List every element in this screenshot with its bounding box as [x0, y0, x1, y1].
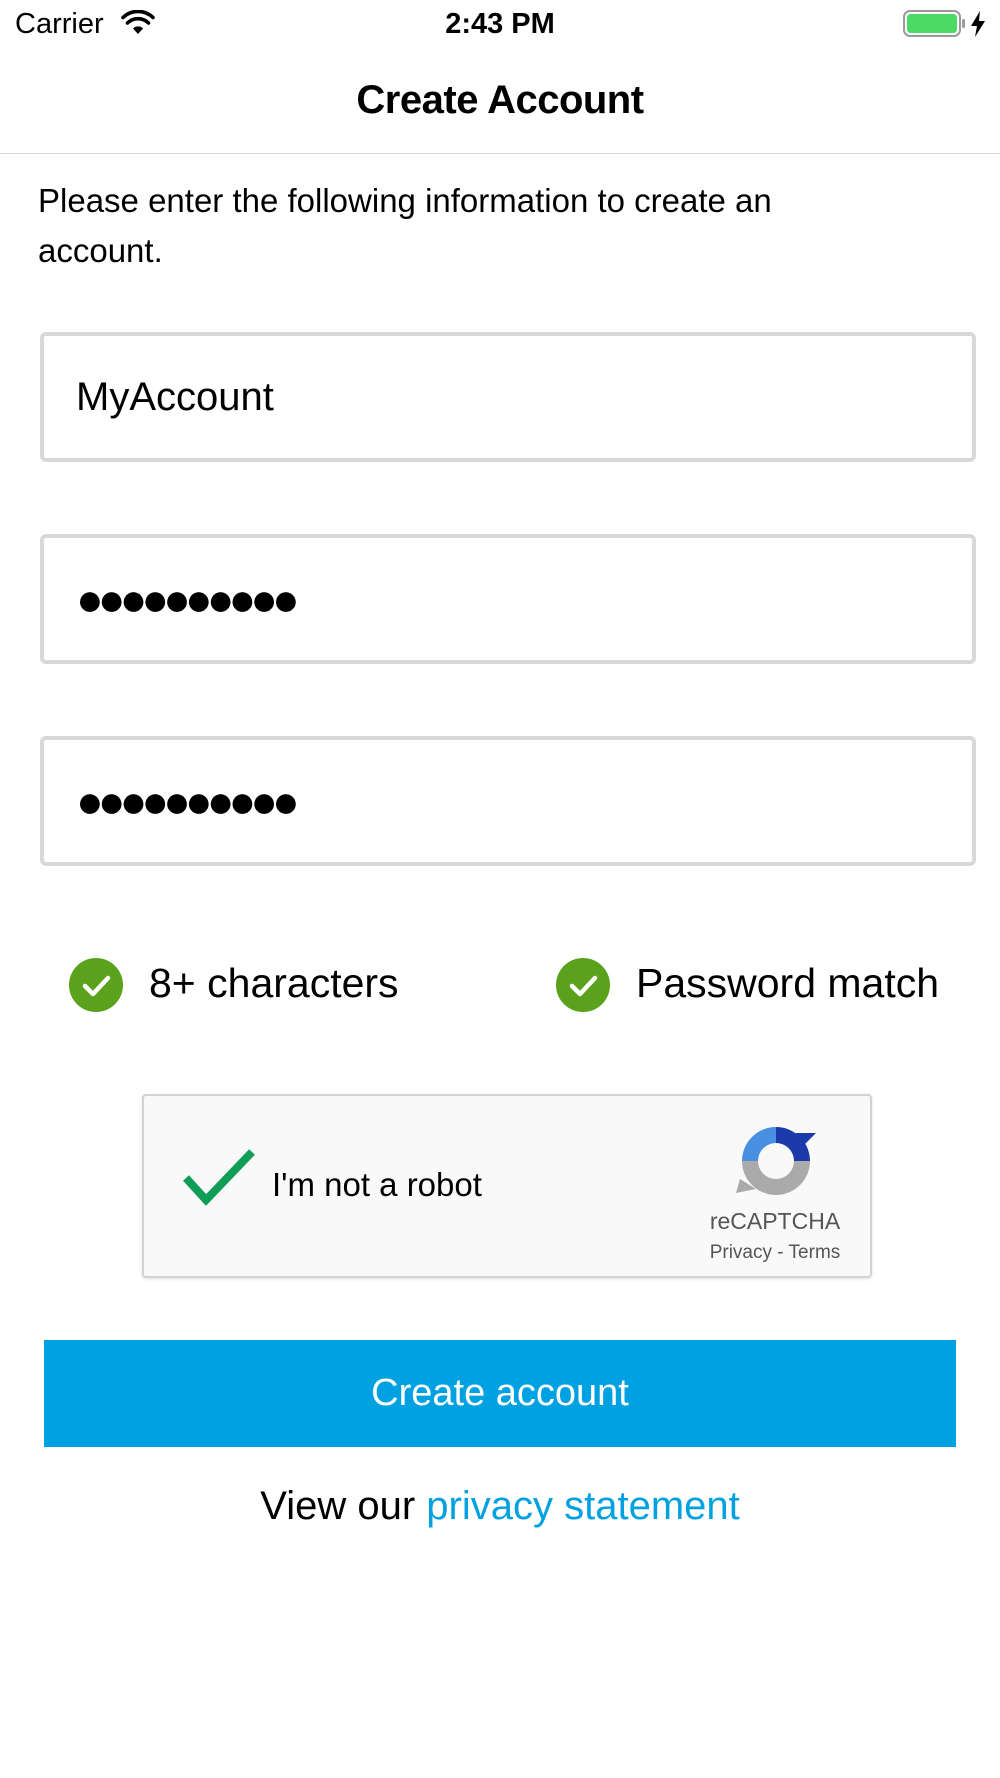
password-field[interactable]: ●●●●●●●●●● — [40, 534, 976, 664]
clock: 2:43 PM — [445, 8, 555, 40]
recaptcha-links: Privacy - Terms — [680, 1242, 870, 1264]
username-value: MyAccount — [76, 375, 274, 419]
intro-text: Please enter the following information t… — [38, 182, 772, 269]
confirm-password-value: ●●●●●●●●●● — [76, 775, 300, 827]
password-value: ●●●●●●●●●● — [76, 573, 300, 625]
username-field[interactable]: MyAccount — [40, 332, 976, 462]
privacy-footer: View our privacy statement — [0, 1484, 1000, 1529]
recaptcha-brand: reCAPTCHA — [709, 1208, 841, 1234]
match-requirement-label: Password match — [636, 960, 940, 1006]
navigation-bar: Create Account — [0, 50, 1000, 154]
recaptcha-checkbox[interactable] — [182, 1148, 258, 1213]
charging-bolt-icon — [968, 10, 988, 43]
recaptcha-logo-icon — [736, 1121, 816, 1206]
recaptcha-widget: I'm not a robot reCAPTCHA Privacy - Term… — [142, 1094, 872, 1278]
privacy-statement-link[interactable]: privacy statement — [426, 1484, 739, 1528]
checkmark-circle-icon — [69, 958, 123, 1012]
recaptcha-privacy-link[interactable]: Privacy — [710, 1242, 772, 1263]
recaptcha-label: I'm not a robot — [272, 1166, 482, 1203]
status-bar: Carrier 2:43 PM — [0, 0, 1000, 50]
privacy-prefix: View our — [260, 1484, 416, 1528]
recaptcha-terms-link[interactable]: Terms — [789, 1242, 841, 1263]
battery-icon — [903, 10, 967, 43]
confirm-password-field[interactable]: ●●●●●●●●●● — [40, 736, 976, 866]
recaptcha-separator: - — [777, 1242, 784, 1263]
create-account-button[interactable]: Create account — [44, 1340, 956, 1447]
page-title: Create Account — [356, 78, 644, 122]
checkmark-circle-icon — [556, 958, 610, 1012]
length-requirement-label: 8+ characters — [149, 960, 399, 1006]
